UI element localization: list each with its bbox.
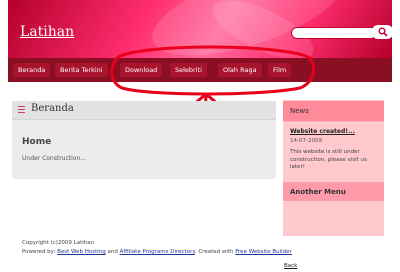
nav-item-beranda[interactable]: Beranda bbox=[13, 63, 51, 77]
menu-lines-icon bbox=[18, 106, 25, 114]
powered-by-label: Powered by: bbox=[22, 249, 56, 255]
created-with-text: . Created with bbox=[194, 249, 234, 255]
link-affiliate-programs[interactable]: Affiliate Programs Directory bbox=[120, 249, 195, 255]
nav-item-film[interactable]: Film bbox=[268, 63, 292, 77]
news-title: News bbox=[290, 107, 309, 115]
site-header: Latihan bbox=[8, 0, 392, 58]
link-best-web-hosting[interactable]: Best Web Hosting bbox=[57, 249, 106, 255]
nav-item-olah-raga[interactable]: Olah Raga bbox=[218, 63, 262, 77]
back-link[interactable]: Back bbox=[284, 263, 297, 269]
news-link[interactable]: Website created!... bbox=[290, 128, 355, 135]
content-header: Beranda bbox=[12, 101, 276, 120]
section-title: Beranda bbox=[31, 103, 74, 114]
news-date: 14-07-2009 bbox=[290, 138, 322, 144]
main-nav: Beranda Berita Terkini Download Selebrit… bbox=[8, 58, 392, 82]
another-menu-header: Another Menu bbox=[283, 182, 384, 201]
another-menu-title: Another Menu bbox=[290, 188, 346, 196]
search-button[interactable] bbox=[372, 25, 392, 39]
content-panel: Beranda bbox=[12, 101, 276, 179]
footer-copyright: Copyright (c)2009 Latihan bbox=[22, 240, 95, 246]
nav-item-selebriti[interactable]: Selebriti bbox=[170, 63, 207, 77]
nav-item-download[interactable]: Download bbox=[120, 63, 163, 77]
sidebar: News Website created!... 14-07-2009 This… bbox=[283, 100, 384, 236]
search-input[interactable] bbox=[291, 27, 377, 39]
article-title: Home bbox=[22, 137, 52, 147]
magnifier-icon bbox=[378, 27, 388, 37]
link-free-website-builder[interactable]: Free Website Builder bbox=[235, 249, 292, 255]
nav-item-berita-terkini[interactable]: Berita Terkini bbox=[55, 63, 108, 77]
footer-powered-by: Powered by: Best Web Hosting and Affilia… bbox=[22, 249, 292, 255]
news-body: This website is still under construction… bbox=[290, 149, 367, 170]
and-text: and bbox=[107, 249, 118, 255]
news-header: News bbox=[283, 101, 384, 122]
site-title[interactable]: Latihan bbox=[20, 24, 74, 40]
article-body: Under Construction... bbox=[22, 155, 86, 162]
